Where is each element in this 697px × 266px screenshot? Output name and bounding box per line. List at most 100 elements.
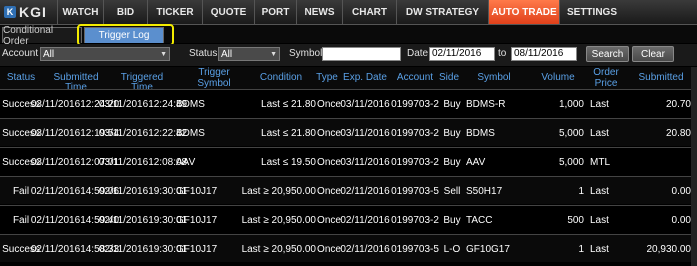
table-row[interactable]: Success 03/11/2016 12:07:01 03/11/2016 12:08…: [0, 147, 697, 175]
cell-condition: Last ≥ 20,950.00: [241, 243, 316, 255]
cell-submitted: 20,930.00: [646, 243, 692, 255]
account-label: Account: [2, 48, 39, 59]
cell-order-price: MTL: [590, 156, 610, 168]
col-symbol: Symbol: [477, 72, 511, 83]
cell-volume: 5,000: [558, 156, 584, 168]
cell-triggered-time-date: 03/11/2016: [98, 156, 149, 168]
status-select[interactable]: All ▼: [218, 47, 280, 61]
col-status: Status: [6, 72, 36, 83]
col-volume: Volume: [541, 72, 575, 83]
col-type: Type: [316, 72, 338, 83]
chevron-down-icon: ▼: [160, 51, 167, 58]
col-order-price-bottom: Price: [594, 78, 618, 89]
auto-trade-window: K KGI WATCH BID TICKER QUOTE PORT NEWS C…: [0, 0, 697, 266]
cell-account: 0199703-5: [391, 243, 439, 255]
cell-triggered-time-date: 02/11/2016: [98, 214, 149, 226]
cell-triggered-time-date: 02/11/2016: [98, 185, 149, 197]
search-button[interactable]: Search: [586, 46, 629, 62]
cell-symbol: S50H17: [466, 185, 503, 197]
nav-quote[interactable]: QUOTE: [202, 0, 254, 24]
cell-condition: Last ≤ 19.50: [261, 156, 316, 168]
cell-triggered-time-date: 03/11/2016: [98, 127, 149, 139]
account-select[interactable]: All ▼: [40, 47, 170, 61]
cell-symbol: BDMS: [466, 127, 495, 139]
cell-type: Once: [317, 185, 341, 197]
cell-triggered-time: 02/11/2016 19:30:01: [99, 235, 187, 263]
cell-submitted: 20.80: [665, 127, 691, 139]
cell-side: L-O: [443, 243, 461, 255]
cell-trigger-symbol: AAV: [176, 156, 196, 168]
cell-triggered-time: 03/11/2016 12:08:08: [99, 148, 187, 176]
cell-volume: 1: [578, 185, 584, 197]
cell-trigger-symbol: GF10J17: [176, 214, 218, 226]
cell-triggered-time-date: 02/11/2016: [98, 243, 149, 255]
symbol-input[interactable]: [322, 47, 401, 61]
cell-exp-date: 02/11/2016: [340, 214, 390, 226]
tab-conditional-order[interactable]: Conditional Order: [2, 25, 82, 47]
cell-exp-date: 03/11/2016: [340, 98, 390, 110]
nav-ticker[interactable]: TICKER: [147, 0, 202, 24]
cell-account: 0199703-2: [391, 156, 439, 168]
cell-submitted: 0.00: [671, 185, 691, 197]
cell-condition: Last ≥ 20,950.00: [241, 185, 316, 197]
cell-account: 0199703-2: [391, 127, 439, 139]
filter-bar: Account All ▼ Status All ▼ Symbol Date 0…: [0, 44, 697, 66]
nav-bid[interactable]: BID: [103, 0, 147, 24]
cell-order-price: Last: [590, 98, 609, 110]
cell-type: Once: [317, 243, 341, 255]
col-order-price-top: Order: [593, 67, 619, 78]
cell-account: 0199703-2: [391, 214, 439, 226]
cell-submitted-time-date: 03/11/2016: [30, 127, 81, 139]
nav-port[interactable]: PORT: [254, 0, 296, 24]
table-row[interactable]: Fail 02/11/2016 14:59:06 02/11/2016 19:30:01…: [0, 176, 697, 204]
nav-settings[interactable]: SETTINGS: [559, 0, 624, 24]
cell-order-price: Last: [590, 185, 609, 197]
cell-volume: 5,000: [558, 127, 584, 139]
date-to-label: to: [498, 48, 507, 59]
nav-watch[interactable]: WATCH: [57, 0, 103, 24]
cell-exp-date: 02/11/2016: [340, 185, 390, 197]
cell-triggered-time: 02/11/2016 19:30:01: [99, 177, 187, 205]
cell-volume: 1: [578, 243, 584, 255]
cell-symbol: BDMS-R: [466, 98, 506, 110]
clear-button[interactable]: Clear: [632, 46, 674, 62]
nav-news[interactable]: NEWS: [296, 0, 342, 24]
cell-trigger-symbol: BDMS: [176, 127, 205, 139]
cell-trigger-symbol: GF10J17: [176, 243, 218, 255]
cell-submitted-time-date: 02/11/2016: [30, 243, 81, 255]
cell-submitted-time-date: 03/11/2016: [30, 156, 81, 168]
cell-symbol: AAV: [466, 156, 486, 168]
table-row[interactable]: Success 03/11/2016 12:19:54 03/11/2016 12:22…: [0, 118, 697, 146]
account-select-value: All: [43, 49, 55, 60]
cell-account: 0199703-5: [391, 185, 439, 197]
cell-volume: 1,000: [558, 98, 584, 110]
cell-submitted: 0.00: [671, 214, 691, 226]
cell-submitted: 20.70: [665, 98, 691, 110]
cell-order-price: Last: [590, 127, 609, 139]
nav-chart[interactable]: CHART: [342, 0, 396, 24]
nav-dw-strategy[interactable]: DW STRATEGY: [396, 0, 488, 24]
cell-volume: 500: [567, 214, 584, 226]
table-row[interactable]: Success 03/11/2016 12:24:20 03/11/2016 12:24…: [0, 89, 697, 117]
cell-side: Buy: [443, 156, 461, 168]
date-from-input[interactable]: 02/11/2016: [429, 47, 495, 61]
cell-triggered-time: 03/11/2016 12:24:49: [99, 90, 187, 118]
cell-type: Once: [317, 98, 341, 110]
vertical-scrollbar[interactable]: [691, 67, 697, 266]
cell-account: 0199703-2: [391, 98, 439, 110]
nav-auto-trade[interactable]: AUTO TRADE: [488, 0, 559, 24]
date-to-input[interactable]: 08/11/2016: [511, 47, 577, 61]
col-trigger-symbol-bottom: Symbol: [197, 78, 231, 89]
cell-submitted-time-date: 03/11/2016: [30, 98, 81, 110]
table-row[interactable]: Success 02/11/2016 14:58:33 02/11/2016 19:30…: [0, 234, 697, 262]
cell-symbol: GF10G17: [466, 243, 510, 255]
cell-side: Buy: [443, 127, 461, 139]
cell-type: Once: [317, 127, 341, 139]
col-side: Side: [439, 72, 460, 83]
tab-trigger-log[interactable]: Trigger Log: [84, 27, 164, 43]
col-condition: Condition: [259, 72, 303, 83]
cell-triggered-time: 03/11/2016 12:22:42: [99, 119, 187, 147]
cell-trigger-symbol: GF10J17: [176, 185, 218, 197]
status-select-value: All: [221, 49, 233, 60]
table-row[interactable]: Fail 02/11/2016 14:59:40 02/11/2016 19:30:01…: [0, 205, 697, 233]
